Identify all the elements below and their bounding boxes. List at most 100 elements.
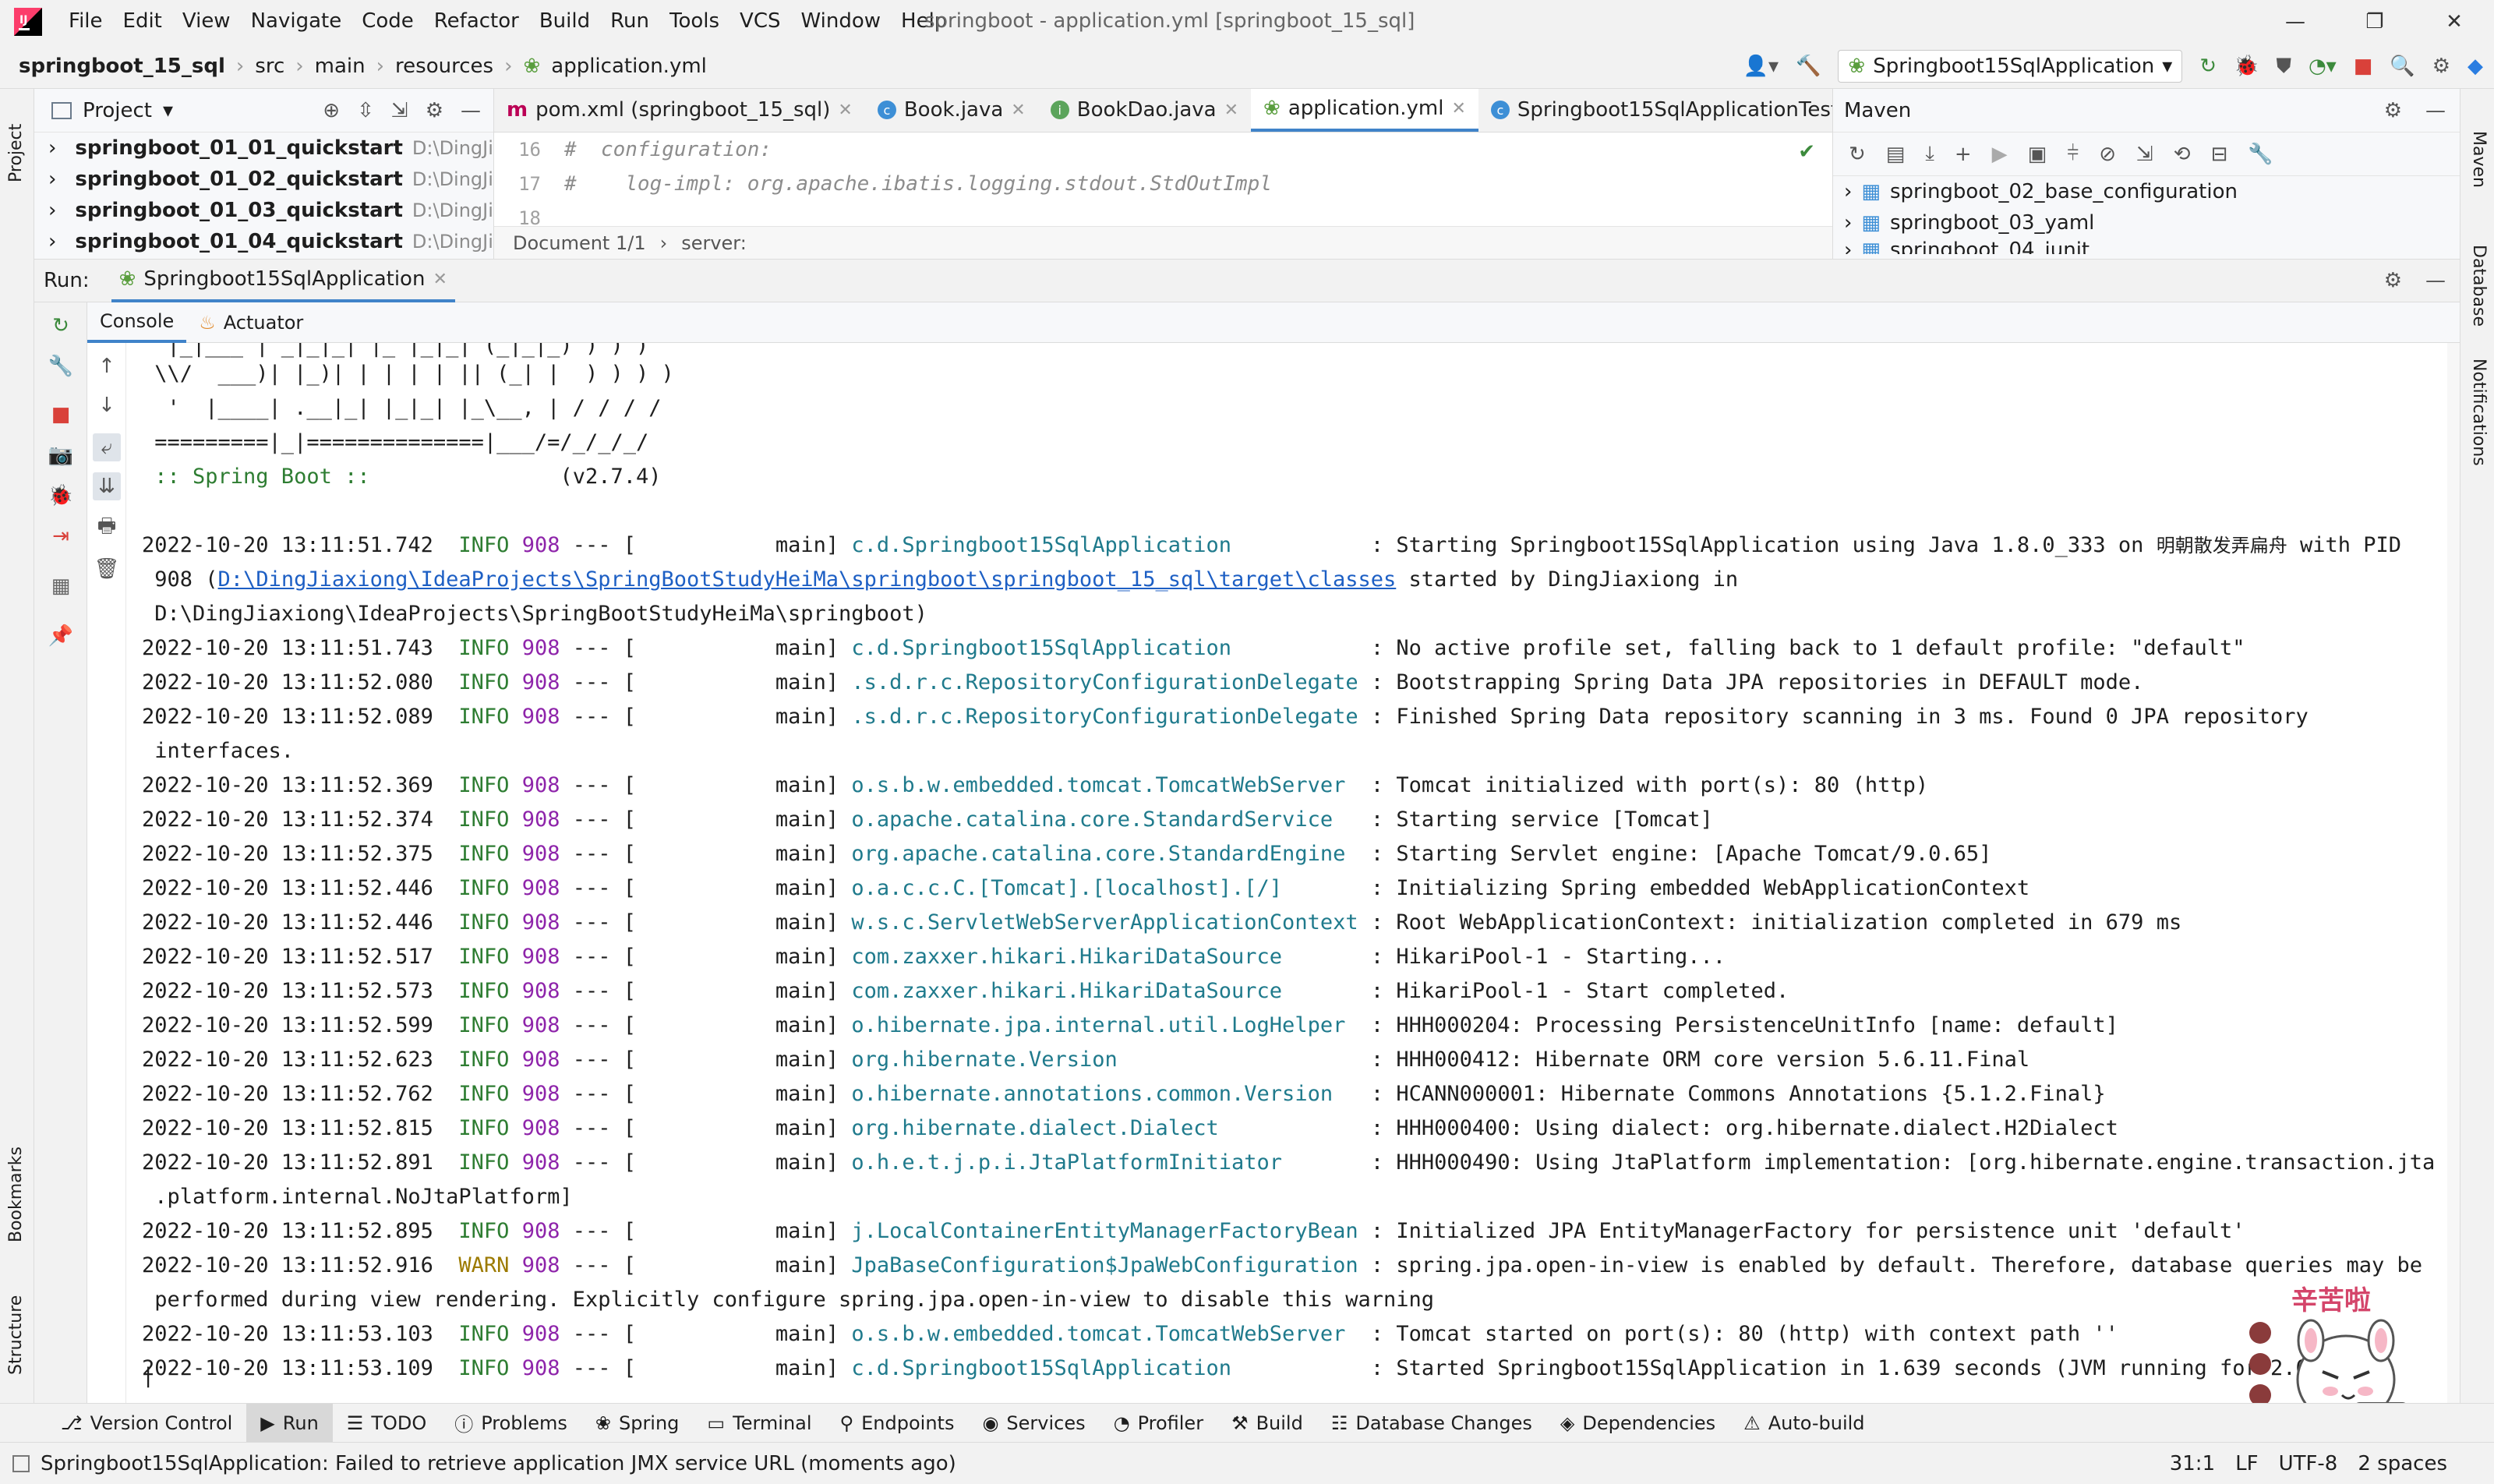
menu-file[interactable]: File	[69, 9, 103, 33]
scroll-to-end-icon[interactable]: ⇊	[93, 472, 121, 500]
tab-spring[interactable]: ❀ Spring	[581, 1404, 694, 1443]
classpath-link[interactable]: D:\DingJiaxiong\IdeaProjects\SpringBootS…	[218, 567, 1397, 592]
menu-tools[interactable]: Tools	[669, 9, 719, 33]
file-encoding[interactable]: UTF-8	[2279, 1452, 2338, 1475]
reload-icon[interactable]: ↻	[1849, 143, 1866, 166]
run-icon[interactable]: ▶	[1992, 143, 2008, 166]
yaml-path[interactable]: server:	[681, 232, 747, 254]
collapse-all-icon[interactable]: ⇲	[391, 99, 408, 122]
maven-tree-item[interactable]: › ▦ springboot_02_base_configuration	[1833, 176, 2460, 207]
tab-tests[interactable]: c Springboot15SqlApplicationTests	[1478, 89, 1832, 132]
arrow-down-icon[interactable]: ↓	[93, 391, 121, 419]
rerun-icon[interactable]: ↻	[2199, 55, 2217, 78]
tool-tab-notifications[interactable]: Notifications	[2469, 359, 2489, 466]
tab-auto-build[interactable]: ⚠ Auto-build	[1729, 1404, 1878, 1443]
tool-tab-maven[interactable]: Maven	[2469, 131, 2489, 188]
tab-endpoints[interactable]: ⚲ Endpoints	[826, 1404, 969, 1443]
stop-icon[interactable]: ■	[2354, 55, 2373, 78]
search-icon[interactable]: 🔍	[2390, 55, 2415, 78]
tab-build[interactable]: ⚒ Build	[1217, 1404, 1317, 1443]
chevron-right-icon[interactable]: ›	[1844, 238, 1852, 254]
maven-tree-item[interactable]: › ▦ springboot_03_yaml	[1833, 207, 2460, 238]
chevron-right-icon[interactable]: ›	[48, 168, 56, 191]
gear-icon[interactable]: ⚙	[2432, 55, 2450, 78]
tab-todo[interactable]: ☰ TODO	[333, 1404, 440, 1443]
hide-icon[interactable]: —	[461, 99, 481, 122]
build-hammer-icon[interactable]: 🔨	[1796, 55, 1821, 78]
tab-pom-xml[interactable]: m pom.xml (springboot_15_sql) ✕	[494, 89, 865, 132]
tab-console[interactable]: Console	[87, 302, 187, 343]
status-message[interactable]: Springboot15SqlApplication: Failed to re…	[41, 1452, 956, 1475]
menu-view[interactable]: View	[182, 9, 231, 33]
skip-tests-icon[interactable]: ⊘	[2099, 143, 2116, 166]
profile-icon[interactable]: ◔▾	[2309, 55, 2337, 78]
debug-icon[interactable]: 🐞	[47, 482, 75, 510]
expand-all-icon[interactable]: ⇳	[357, 99, 374, 122]
project-panel-title[interactable]: Project	[83, 99, 152, 122]
maximize-button[interactable]: ❐	[2335, 0, 2415, 44]
run-configuration-select[interactable]: ❀ Springboot15SqlApplication ▾	[1838, 50, 2183, 83]
close-icon[interactable]: ✕	[1011, 101, 1025, 120]
menu-navigate[interactable]: Navigate	[251, 9, 342, 33]
tab-problems[interactable]: ⓘ Problems	[440, 1404, 581, 1443]
soft-wrap-icon[interactable]: ⤶	[93, 433, 121, 461]
wrench-icon[interactable]: 🔧	[2248, 143, 2273, 166]
document-indicator[interactable]: Document 1/1	[513, 232, 646, 254]
tab-services[interactable]: ◉ Services	[968, 1404, 1099, 1443]
analyze-icon[interactable]: ⊟	[2211, 143, 2228, 166]
toggle-offline-icon[interactable]: ⫩	[2067, 142, 2079, 166]
tab-database-changes[interactable]: ☷ Database Changes	[1317, 1404, 1546, 1443]
console-scrollbar[interactable]	[2447, 343, 2460, 1403]
arrow-up-icon[interactable]: ↑	[93, 352, 121, 380]
close-icon[interactable]: ✕	[838, 101, 852, 120]
menu-vcs[interactable]: VCS	[740, 9, 780, 33]
menu-build[interactable]: Build	[539, 9, 590, 33]
console-output[interactable]: |_|___ | _|_|_| |_ |_|_| (_|_|_) ) ) ) \…	[126, 343, 2460, 1403]
tab-profiler[interactable]: ◔ Profiler	[1100, 1404, 1217, 1443]
breadcrumb-project[interactable]: springboot_15_sql	[19, 55, 225, 78]
close-window-button[interactable]: ✕	[2415, 0, 2494, 44]
gear-icon[interactable]: ⚙	[426, 99, 443, 122]
toolbox-icon[interactable]: ◆	[2468, 55, 2483, 78]
cursor[interactable]: |	[142, 1359, 154, 1394]
code-line[interactable]: # configuration:	[564, 132, 1272, 167]
run-tab[interactable]: ❀ Springboot15SqlApplication ✕	[111, 259, 455, 302]
tab-run[interactable]: ▶ Run	[246, 1403, 333, 1443]
breadcrumb-file[interactable]: application.yml	[551, 55, 707, 78]
tool-tab-database[interactable]: Database	[2469, 245, 2489, 327]
tab-actuator[interactable]: ♨ Actuator	[186, 302, 316, 343]
add-icon[interactable]: +	[1955, 143, 1972, 166]
chevron-right-icon[interactable]: ›	[1844, 211, 1852, 235]
chevron-right-icon[interactable]: ›	[48, 136, 56, 160]
caret-position[interactable]: 31:1	[2170, 1452, 2215, 1475]
code-line[interactable]: # log-impl: org.apache.ibatis.logging.st…	[564, 167, 1272, 201]
minimize-button[interactable]: —	[2256, 0, 2335, 44]
download-icon[interactable]: ⤓	[1925, 142, 1934, 166]
tool-tab-structure[interactable]: Structure	[6, 1295, 26, 1375]
hide-icon[interactable]: —	[2425, 99, 2446, 122]
indent-setting[interactable]: 2 spaces	[2358, 1452, 2447, 1475]
gear-icon[interactable]: ⚙	[2384, 269, 2402, 292]
line-separator[interactable]: LF	[2235, 1452, 2258, 1475]
close-icon[interactable]: ✕	[1224, 101, 1238, 120]
menu-run[interactable]: Run	[610, 9, 649, 33]
tab-application-yml[interactable]: ❀ application.yml ✕	[1251, 89, 1478, 132]
chevron-right-icon[interactable]: ›	[1844, 180, 1852, 203]
add-folder-icon[interactable]: ▤	[1886, 143, 1906, 166]
tab-version-control[interactable]: ⎇ Version Control	[47, 1404, 246, 1443]
menu-edit[interactable]: Edit	[123, 9, 162, 33]
menu-window[interactable]: Window	[801, 9, 881, 33]
print-icon[interactable]: 🖶	[93, 514, 121, 542]
breadcrumb-resources[interactable]: resources	[395, 55, 493, 78]
coverage-icon[interactable]: ⛊	[2276, 55, 2291, 79]
collapse-all-icon[interactable]: ⇲	[2136, 143, 2153, 166]
breadcrumb-src[interactable]: src	[255, 55, 284, 78]
debug-icon[interactable]: 🐞	[2234, 55, 2259, 78]
status-box-icon[interactable]	[12, 1454, 30, 1472]
chevron-right-icon[interactable]: ›	[48, 199, 56, 222]
menu-code[interactable]: Code	[362, 9, 414, 33]
tool-tab-project[interactable]: Project	[6, 124, 26, 182]
tab-book-java[interactable]: c Book.java ✕	[865, 89, 1038, 132]
execute-goal-icon[interactable]: ▣	[2028, 143, 2047, 166]
project-tree-item[interactable]: › springboot_01_03_quickstart D:\DingJiaxi…	[34, 195, 493, 226]
